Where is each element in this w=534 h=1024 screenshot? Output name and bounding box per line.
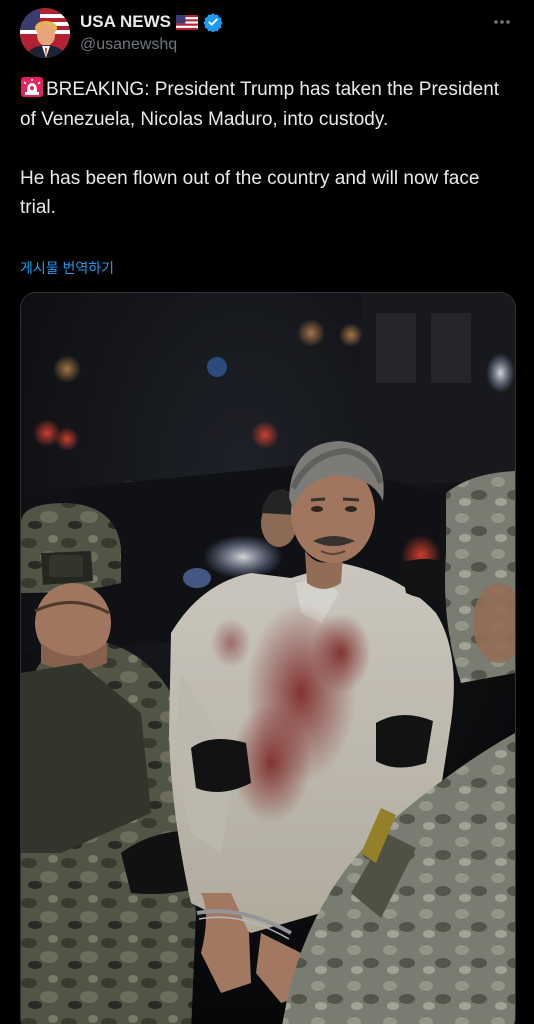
tweet-text: BREAKING: President Trump has taken the … [20, 75, 510, 223]
more-options-icon[interactable] [492, 14, 512, 24]
account-names[interactable]: USA NEWS @usanewshq [80, 11, 223, 54]
tweet: USA NEWS @usanewshq BREAKING: President … [0, 0, 534, 1024]
news-photo-image [21, 293, 515, 1024]
siren-emoji-icon [20, 76, 44, 98]
handle[interactable]: @usanewshq [80, 36, 223, 54]
translate-post-link[interactable]: 게시물 번역하기 [20, 258, 114, 278]
tweet-photo[interactable] [20, 292, 516, 1024]
display-name-row: USA NEWS [80, 11, 223, 33]
tweet-paragraph-2: He has been flown out of the country and… [20, 167, 480, 219]
us-flag-icon [176, 14, 198, 30]
tweet-paragraph-1: BREAKING: President Trump has taken the … [20, 75, 510, 134]
trump-portrait-avatar-icon [20, 8, 70, 58]
tweet-header: USA NEWS @usanewshq [20, 8, 514, 60]
verified-badge-icon[interactable] [203, 12, 223, 33]
avatar[interactable] [20, 8, 70, 58]
tweet-paragraph-1-text: BREAKING: President Trump has taken the … [20, 79, 500, 130]
display-name[interactable]: USA NEWS [80, 12, 171, 32]
